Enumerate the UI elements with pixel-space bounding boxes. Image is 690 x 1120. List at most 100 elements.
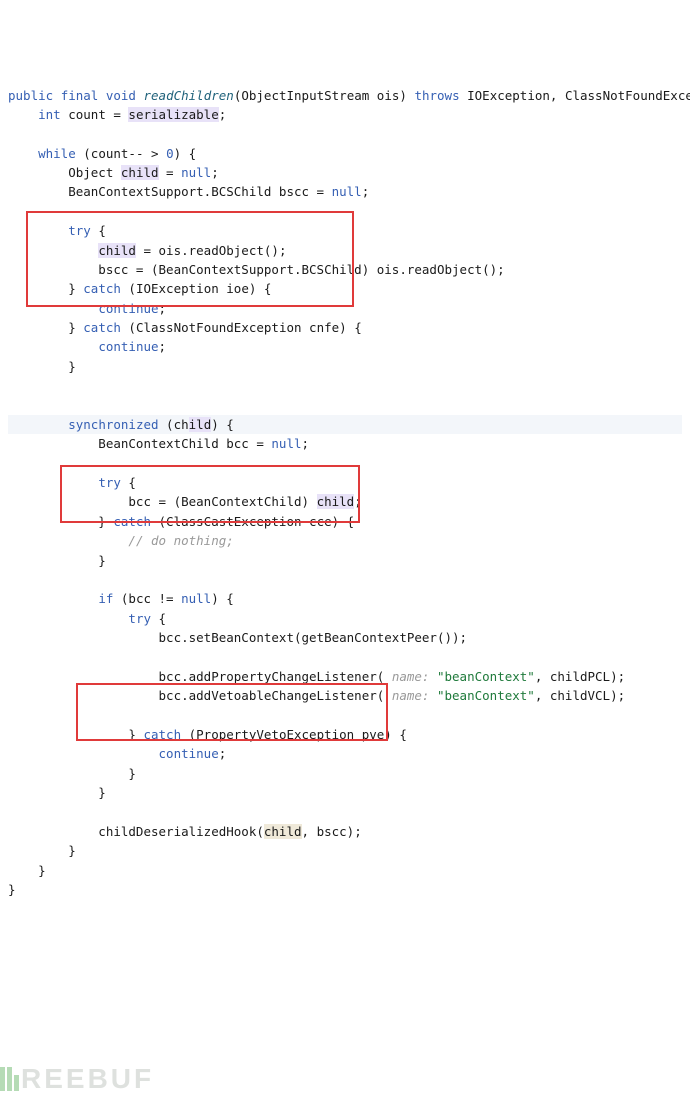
- punct: ;: [159, 301, 167, 316]
- keyword: if: [98, 591, 113, 606]
- keyword: continue: [98, 339, 158, 354]
- watermark: REEBUF: [0, 1057, 154, 1100]
- indent: [8, 243, 98, 258]
- keyword: throws: [414, 88, 459, 103]
- null: null: [181, 591, 211, 606]
- punct: ;: [211, 165, 219, 180]
- indent: [8, 107, 38, 122]
- text: [429, 669, 437, 684]
- text: }: [8, 882, 16, 897]
- text: ) {: [211, 591, 234, 606]
- keyword: try: [128, 611, 151, 626]
- keyword: try: [68, 223, 91, 238]
- text: BeanContextChild bcc =: [8, 436, 271, 451]
- text: {: [121, 475, 136, 490]
- text: }: [8, 727, 143, 742]
- params: (ObjectInputStream ois): [234, 88, 415, 103]
- indent: [8, 146, 38, 161]
- indent: [8, 533, 128, 548]
- method-name: readChildren: [144, 88, 234, 103]
- null: null: [181, 165, 211, 180]
- text: bcc.addPropertyChangeListener(: [8, 669, 392, 684]
- identifier: child: [98, 243, 136, 258]
- text: = ois.readObject();: [136, 243, 287, 258]
- punct: ;: [362, 184, 370, 199]
- text: }: [8, 553, 106, 568]
- keyword: catch: [113, 514, 151, 529]
- throws-list: IOException, ClassNotFoundException {: [460, 88, 690, 103]
- text: bscc = (BeanContextSupport.BCSChild) ois…: [8, 262, 505, 277]
- text: }: [8, 843, 76, 858]
- param-hint: name:: [392, 669, 430, 684]
- identifier: child: [121, 165, 159, 180]
- null: null: [271, 436, 301, 451]
- keyword: catch: [83, 281, 121, 296]
- highlighted-line: synchronized (child) {: [8, 415, 682, 434]
- identifier: child: [317, 494, 355, 509]
- punct: ;: [159, 339, 167, 354]
- text: {: [151, 611, 166, 626]
- keyword: continue: [98, 301, 158, 316]
- identifier: serializable: [128, 107, 218, 122]
- text: (IOException ioe) {: [121, 281, 272, 296]
- identifier: child: [264, 824, 302, 839]
- code-block: public final void readChildren(ObjectInp…: [8, 86, 682, 900]
- keyword: catch: [143, 727, 181, 742]
- text: bcc = (BeanContextChild): [8, 494, 317, 509]
- indent: [8, 223, 68, 238]
- number: 0: [166, 146, 174, 161]
- text: }: [8, 359, 76, 374]
- null: null: [332, 184, 362, 199]
- text: count =: [61, 107, 129, 122]
- text: (ClassCastException cce) {: [151, 514, 354, 529]
- text: =: [159, 165, 182, 180]
- text: }: [8, 766, 136, 781]
- identifier: ild: [189, 417, 212, 432]
- text: }: [8, 514, 113, 529]
- watermark-text: REEBUF: [21, 1063, 154, 1094]
- text: (ClassNotFoundException cnfe) {: [121, 320, 362, 335]
- comment: // do nothing;: [128, 533, 233, 548]
- indent: [8, 417, 68, 432]
- text: (count-- >: [76, 146, 166, 161]
- keyword: synchronized: [68, 417, 158, 432]
- text: (PropertyVetoException pve) {: [181, 727, 407, 742]
- indent: [8, 611, 128, 626]
- indent: [8, 475, 98, 490]
- text: {: [91, 223, 106, 238]
- keyword: catch: [83, 320, 121, 335]
- keyword: void: [106, 88, 136, 103]
- param-hint: name:: [392, 688, 430, 703]
- text: ) {: [174, 146, 197, 161]
- text: BeanContextSupport.BCSChild bscc =: [8, 184, 332, 199]
- indent: [8, 301, 98, 316]
- text: ) {: [211, 417, 234, 432]
- punct: ;: [219, 746, 227, 761]
- text: Object: [8, 165, 121, 180]
- punct: ;: [354, 494, 362, 509]
- text: , childPCL);: [535, 669, 625, 684]
- text: (bcc !=: [113, 591, 181, 606]
- keyword: int: [38, 107, 61, 122]
- text: bcc.setBeanContext(getBeanContextPeer())…: [8, 630, 467, 645]
- punct: ;: [302, 436, 310, 451]
- string: "beanContext": [437, 688, 535, 703]
- keyword: continue: [159, 746, 219, 761]
- text: , bscc);: [302, 824, 362, 839]
- text: (ch: [159, 417, 189, 432]
- keyword: try: [98, 475, 121, 490]
- punct: ;: [219, 107, 227, 122]
- indent: [8, 746, 159, 761]
- text: [429, 688, 437, 703]
- indent: [8, 339, 98, 354]
- text: childDeserializedHook(: [8, 824, 264, 839]
- text: }: [8, 863, 46, 878]
- string: "beanContext": [437, 669, 535, 684]
- keyword: while: [38, 146, 76, 161]
- text: , childVCL);: [535, 688, 625, 703]
- text: }: [8, 320, 83, 335]
- keyword: public: [8, 88, 53, 103]
- text: }: [8, 281, 83, 296]
- keyword: final: [61, 88, 99, 103]
- text: bcc.addVetoableChangeListener(: [8, 688, 392, 703]
